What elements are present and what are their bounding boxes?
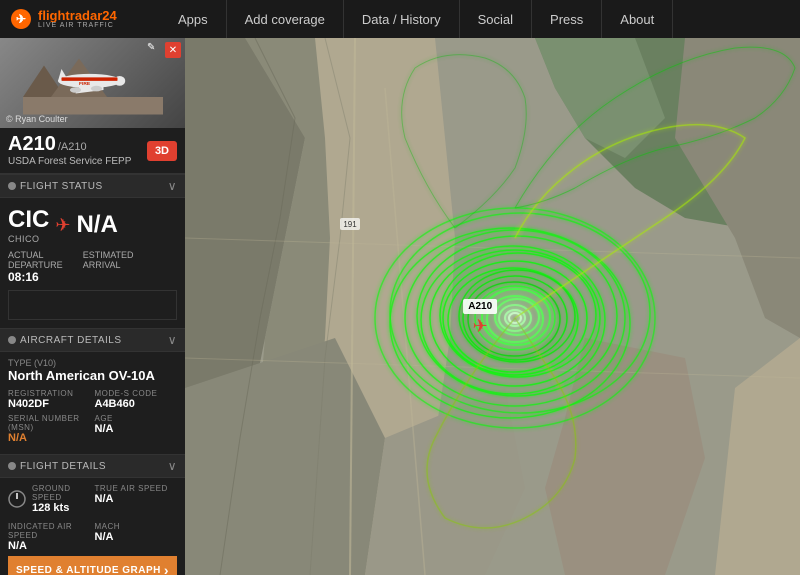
speed-altitude-graph-button[interactable]: SPEED & ALTITUDE GRAPH › bbox=[8, 556, 177, 575]
true-air-speed-item: TRUE AIR SPEED N/A bbox=[95, 484, 178, 518]
registration-item: REGISTRATION N402DF bbox=[8, 389, 91, 410]
top-navigation: ✈ flightradar24 LIVE AIR TRAFFIC Apps Ad… bbox=[0, 0, 800, 38]
view-3d-button[interactable]: 3D bbox=[147, 141, 177, 161]
speed-icon bbox=[8, 489, 26, 509]
ground-speed-row: GROUND SPEED 128 kts bbox=[8, 484, 91, 514]
aircraft-callsign: A210 bbox=[8, 134, 56, 154]
age-label: AGE bbox=[95, 414, 178, 423]
nav-item-social[interactable]: Social bbox=[460, 0, 532, 38]
svg-text:FIRE: FIRE bbox=[79, 81, 91, 87]
true-air-speed-label: TRUE AIR SPEED bbox=[95, 484, 178, 493]
status-dot-icon bbox=[8, 182, 16, 190]
aircraft-type-name: North American OV-10A bbox=[8, 368, 177, 383]
sidebar: FIRE ✕ ✎ © Ryan Coulter A210 /A210 USDA … bbox=[0, 38, 185, 575]
estimated-label: ESTIMATED bbox=[83, 250, 134, 260]
flight-details-content: GROUND SPEED 128 kts TRUE AIR SPEED N/A … bbox=[0, 478, 185, 575]
edit-icon[interactable]: ✎ bbox=[147, 42, 161, 56]
flight-status-label: FLIGHT STATUS bbox=[20, 181, 103, 192]
logo[interactable]: ✈ flightradar24 LIVE AIR TRAFFIC bbox=[0, 8, 160, 30]
mach-label: MACH bbox=[95, 522, 178, 531]
aircraft-details-header[interactable]: AIRCRAFT DETAILS ∨ bbox=[0, 328, 185, 352]
serial-label: SERIAL NUMBER (MSN) bbox=[8, 414, 91, 432]
registration-label: REGISTRATION bbox=[8, 389, 91, 398]
chevron-down-icon3: ∨ bbox=[168, 459, 177, 473]
modes-item: MODE-S CODE A4B460 bbox=[95, 389, 178, 410]
ground-speed-value: 128 kts bbox=[32, 502, 91, 514]
indicated-air-speed-label: INDICATED AIR SPEED bbox=[8, 522, 91, 540]
arrow-right-icon: › bbox=[164, 562, 169, 575]
photo-credit: © Ryan Coulter bbox=[6, 114, 68, 124]
modes-value: A4B460 bbox=[95, 398, 178, 410]
aircraft-details-label: AIRCRAFT DETAILS bbox=[20, 335, 122, 346]
map-area[interactable]: 191 bbox=[185, 38, 800, 575]
true-air-speed-value: N/A bbox=[95, 493, 178, 505]
status-box bbox=[8, 290, 177, 320]
modes-label: MODE-S CODE bbox=[95, 389, 178, 398]
arrival-col: ESTIMATED ARRIVAL bbox=[83, 250, 134, 284]
flight-status-header[interactable]: FLIGHT STATUS ∨ bbox=[0, 174, 185, 198]
detail-grid: REGISTRATION N402DF MODE-S CODE A4B460 S… bbox=[8, 389, 177, 444]
route-display: CIC CHICO ✈ N/A bbox=[8, 206, 177, 244]
aircraft-type-label: TYPE (V10) bbox=[8, 358, 177, 368]
nav-item-press[interactable]: Press bbox=[532, 0, 602, 38]
nav-item-add-coverage[interactable]: Add coverage bbox=[227, 0, 344, 38]
svg-text:191: 191 bbox=[343, 220, 357, 229]
indicated-air-speed-item: INDICATED AIR SPEED N/A bbox=[8, 522, 91, 552]
fd-grid-1: GROUND SPEED 128 kts TRUE AIR SPEED N/A bbox=[8, 484, 177, 518]
nav-item-apps[interactable]: Apps bbox=[160, 0, 227, 38]
ground-speed-label: GROUND SPEED bbox=[32, 484, 91, 502]
chevron-down-icon: ∨ bbox=[168, 179, 177, 193]
origin-name: CHICO bbox=[8, 234, 49, 244]
nav-item-about[interactable]: About bbox=[602, 0, 673, 38]
departure-label: DEPARTURE bbox=[8, 260, 63, 270]
aircraft-silhouette: FIRE bbox=[23, 48, 163, 118]
arrival-label: ARRIVAL bbox=[83, 260, 134, 270]
mach-value: N/A bbox=[95, 531, 178, 543]
flight-details-dot-icon bbox=[8, 462, 16, 470]
departure-col: ACTUAL DEPARTURE 08:16 bbox=[8, 250, 63, 284]
registration-value: N402DF bbox=[8, 398, 91, 410]
aircraft-operator: USDA Forest Service FEPP bbox=[8, 156, 131, 167]
origin-code: CIC bbox=[8, 206, 49, 234]
age-item: AGE N/A bbox=[95, 414, 178, 444]
logo-text: flightradar24 bbox=[38, 9, 117, 22]
aircraft-image: FIRE ✕ ✎ © Ryan Coulter bbox=[0, 38, 185, 128]
logo-subtitle: LIVE AIR TRAFFIC bbox=[38, 22, 117, 29]
age-value: N/A bbox=[95, 423, 178, 435]
svg-text:✈: ✈ bbox=[16, 12, 26, 26]
mach-item: MACH N/A bbox=[95, 522, 178, 552]
flight-details-header[interactable]: FLIGHT DETAILS ∨ bbox=[0, 454, 185, 478]
flight-details-label: FLIGHT DETAILS bbox=[20, 461, 106, 472]
serial-value: N/A bbox=[8, 432, 91, 444]
fd-grid-2: INDICATED AIR SPEED N/A MACH N/A bbox=[8, 522, 177, 552]
aircraft-id-block: A210 /A210 USDA Forest Service FEPP bbox=[8, 134, 131, 167]
indicated-air-speed-value: N/A bbox=[8, 540, 91, 552]
nav-links: Apps Add coverage Data / History Social … bbox=[160, 0, 673, 38]
aircraft-map-label: A210 bbox=[463, 299, 497, 314]
destination-code: N/A bbox=[76, 211, 117, 239]
chevron-down-icon2: ∨ bbox=[168, 333, 177, 347]
speed-graph-label: SPEED & ALTITUDE GRAPH bbox=[16, 565, 161, 575]
aircraft-registration: /A210 bbox=[58, 141, 87, 153]
route-arrow-icon: ✈ bbox=[55, 215, 70, 236]
details-dot-icon bbox=[8, 336, 16, 344]
aircraft-marker: A210 ✈ bbox=[463, 299, 497, 335]
aircraft-details-content: TYPE (V10) North American OV-10A REGISTR… bbox=[0, 352, 185, 454]
close-button[interactable]: ✕ bbox=[165, 42, 181, 58]
serial-item: SERIAL NUMBER (MSN) N/A bbox=[8, 414, 91, 444]
actual-label: ACTUAL bbox=[8, 250, 63, 260]
aircraft-plane-icon: ✈ bbox=[473, 317, 488, 335]
flight-status-content: CIC CHICO ✈ N/A ACTUAL DEPARTURE 08:16 E… bbox=[0, 198, 185, 328]
time-row: ACTUAL DEPARTURE 08:16 ESTIMATED ARRIVAL bbox=[8, 250, 177, 284]
nav-item-data-history[interactable]: Data / History bbox=[344, 0, 460, 38]
aircraft-header: A210 /A210 USDA Forest Service FEPP 3D bbox=[0, 128, 185, 174]
departure-time: 08:16 bbox=[8, 270, 63, 284]
